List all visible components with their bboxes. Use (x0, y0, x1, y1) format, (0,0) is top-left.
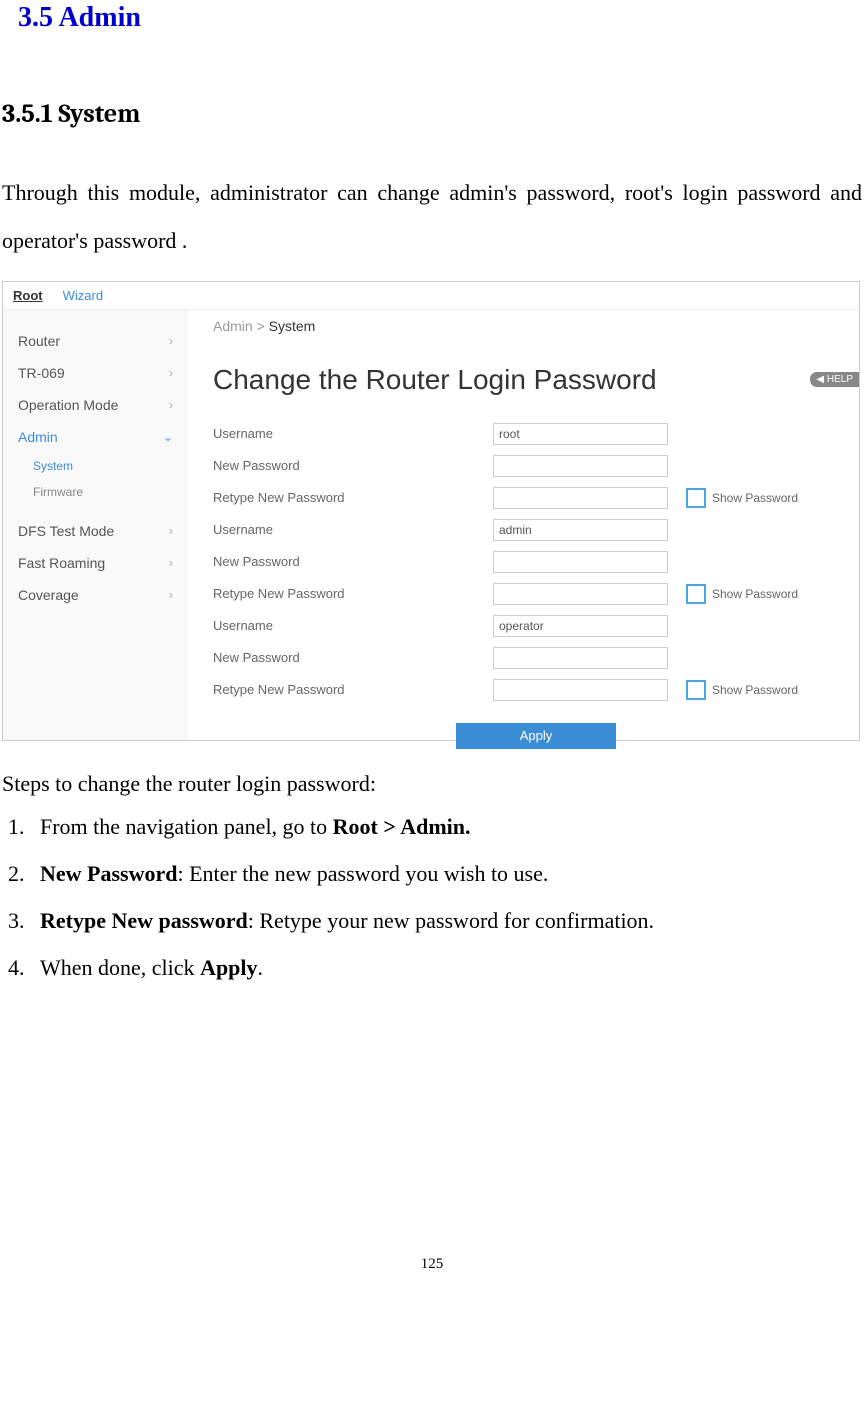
sidebar-item-operation-mode[interactable]: Operation Mode › (3, 389, 188, 421)
show-password-label: Show Password (712, 587, 798, 601)
new-password-input-admin[interactable] (493, 551, 668, 573)
chevron-down-icon: ⌄ (163, 430, 173, 444)
username-label: Username (213, 618, 493, 633)
form-row-username-operator: Username (213, 613, 859, 639)
sidebar-item-label: Fast Roaming (18, 555, 105, 571)
router-ui-screenshot: Root Wizard Router › TR-069 › Operation … (2, 281, 860, 741)
page-number: 125 (2, 1256, 862, 1273)
retype-password-label: Retype New Password (213, 490, 493, 505)
sidebar-subitem-system[interactable]: System (3, 453, 188, 479)
sidebar-item-label: Admin (18, 429, 58, 445)
retype-password-input-root[interactable] (493, 487, 668, 509)
username-label: Username (213, 426, 493, 441)
step-2: New Password: Enter the new password you… (30, 856, 862, 891)
username-input-admin[interactable] (493, 519, 668, 541)
steps-intro: Steps to change the router login passwor… (2, 771, 862, 797)
new-password-label: New Password (213, 554, 493, 569)
help-button[interactable]: ◀ HELP (810, 372, 859, 387)
steps-list: From the navigation panel, go to Root > … (2, 809, 862, 986)
form-row-retype-admin: Retype New Password Show Password (213, 581, 859, 607)
chevron-right-icon: › (169, 398, 173, 412)
chevron-right-icon: › (169, 588, 173, 602)
sidebar: Router › TR-069 › Operation Mode › Admin… (3, 310, 188, 740)
top-tabs: Root Wizard (3, 282, 859, 310)
breadcrumb-current: System (269, 318, 316, 334)
sidebar-item-tr069[interactable]: TR-069 › (3, 357, 188, 389)
form-row-retype-operator: Retype New Password Show Password (213, 677, 859, 703)
form-row-username-root: Username (213, 421, 859, 447)
chevron-right-icon: › (169, 366, 173, 380)
chevron-right-icon: › (169, 524, 173, 538)
sidebar-item-label: Coverage (18, 587, 79, 603)
apply-button[interactable]: Apply (456, 723, 616, 749)
retype-password-input-admin[interactable] (493, 583, 668, 605)
sidebar-item-dfs[interactable]: DFS Test Mode › (3, 515, 188, 547)
sidebar-item-label: DFS Test Mode (18, 523, 114, 539)
main-panel: Admin > System Change the Router Login P… (188, 310, 859, 740)
step-3: Retype New password: Retype your new pas… (30, 903, 862, 938)
tab-root[interactable]: Root (13, 288, 43, 303)
show-password-label: Show Password (712, 683, 798, 697)
show-password-label: Show Password (712, 491, 798, 505)
new-password-label: New Password (213, 650, 493, 665)
form-row-username-admin: Username (213, 517, 859, 543)
show-password-operator[interactable]: Show Password (686, 680, 798, 700)
tab-wizard[interactable]: Wizard (63, 288, 103, 303)
sidebar-item-label: Operation Mode (18, 397, 118, 413)
username-input-operator[interactable] (493, 615, 668, 637)
breadcrumb-prefix: Admin > (213, 318, 269, 334)
new-password-label: New Password (213, 458, 493, 473)
subsection-heading: 3.5.1 System (2, 99, 862, 129)
sidebar-item-router[interactable]: Router › (3, 325, 188, 357)
step-4: When done, click Apply. (30, 950, 862, 985)
help-icon: ◀ (816, 374, 826, 385)
sidebar-item-admin[interactable]: Admin ⌄ (3, 421, 188, 453)
sidebar-item-label: Router (18, 333, 60, 349)
new-password-input-root[interactable] (493, 455, 668, 477)
chevron-right-icon: › (169, 556, 173, 570)
sidebar-subitem-firmware[interactable]: Firmware (3, 479, 188, 505)
panel-title: Change the Router Login Password (213, 364, 859, 396)
form-row-retype-root: Retype New Password Show Password (213, 485, 859, 511)
chevron-right-icon: › (169, 334, 173, 348)
checkbox-icon (686, 584, 706, 604)
intro-paragraph: Through this module, administrator can c… (2, 169, 862, 266)
form-row-newpass-admin: New Password (213, 549, 859, 575)
checkbox-icon (686, 488, 706, 508)
username-input-root[interactable] (493, 423, 668, 445)
retype-password-label: Retype New Password (213, 586, 493, 601)
sidebar-item-coverage[interactable]: Coverage › (3, 579, 188, 611)
retype-password-label: Retype New Password (213, 682, 493, 697)
new-password-input-operator[interactable] (493, 647, 668, 669)
breadcrumb: Admin > System (213, 318, 859, 334)
step-1: From the navigation panel, go to Root > … (30, 809, 862, 844)
checkbox-icon (686, 680, 706, 700)
show-password-admin[interactable]: Show Password (686, 584, 798, 604)
username-label: Username (213, 522, 493, 537)
sidebar-item-label: TR-069 (18, 365, 65, 381)
section-heading: 3.5 Admin (18, 2, 862, 34)
form-row-newpass-root: New Password (213, 453, 859, 479)
show-password-root[interactable]: Show Password (686, 488, 798, 508)
sidebar-item-fast-roaming[interactable]: Fast Roaming › (3, 547, 188, 579)
retype-password-input-operator[interactable] (493, 679, 668, 701)
form-row-newpass-operator: New Password (213, 645, 859, 671)
